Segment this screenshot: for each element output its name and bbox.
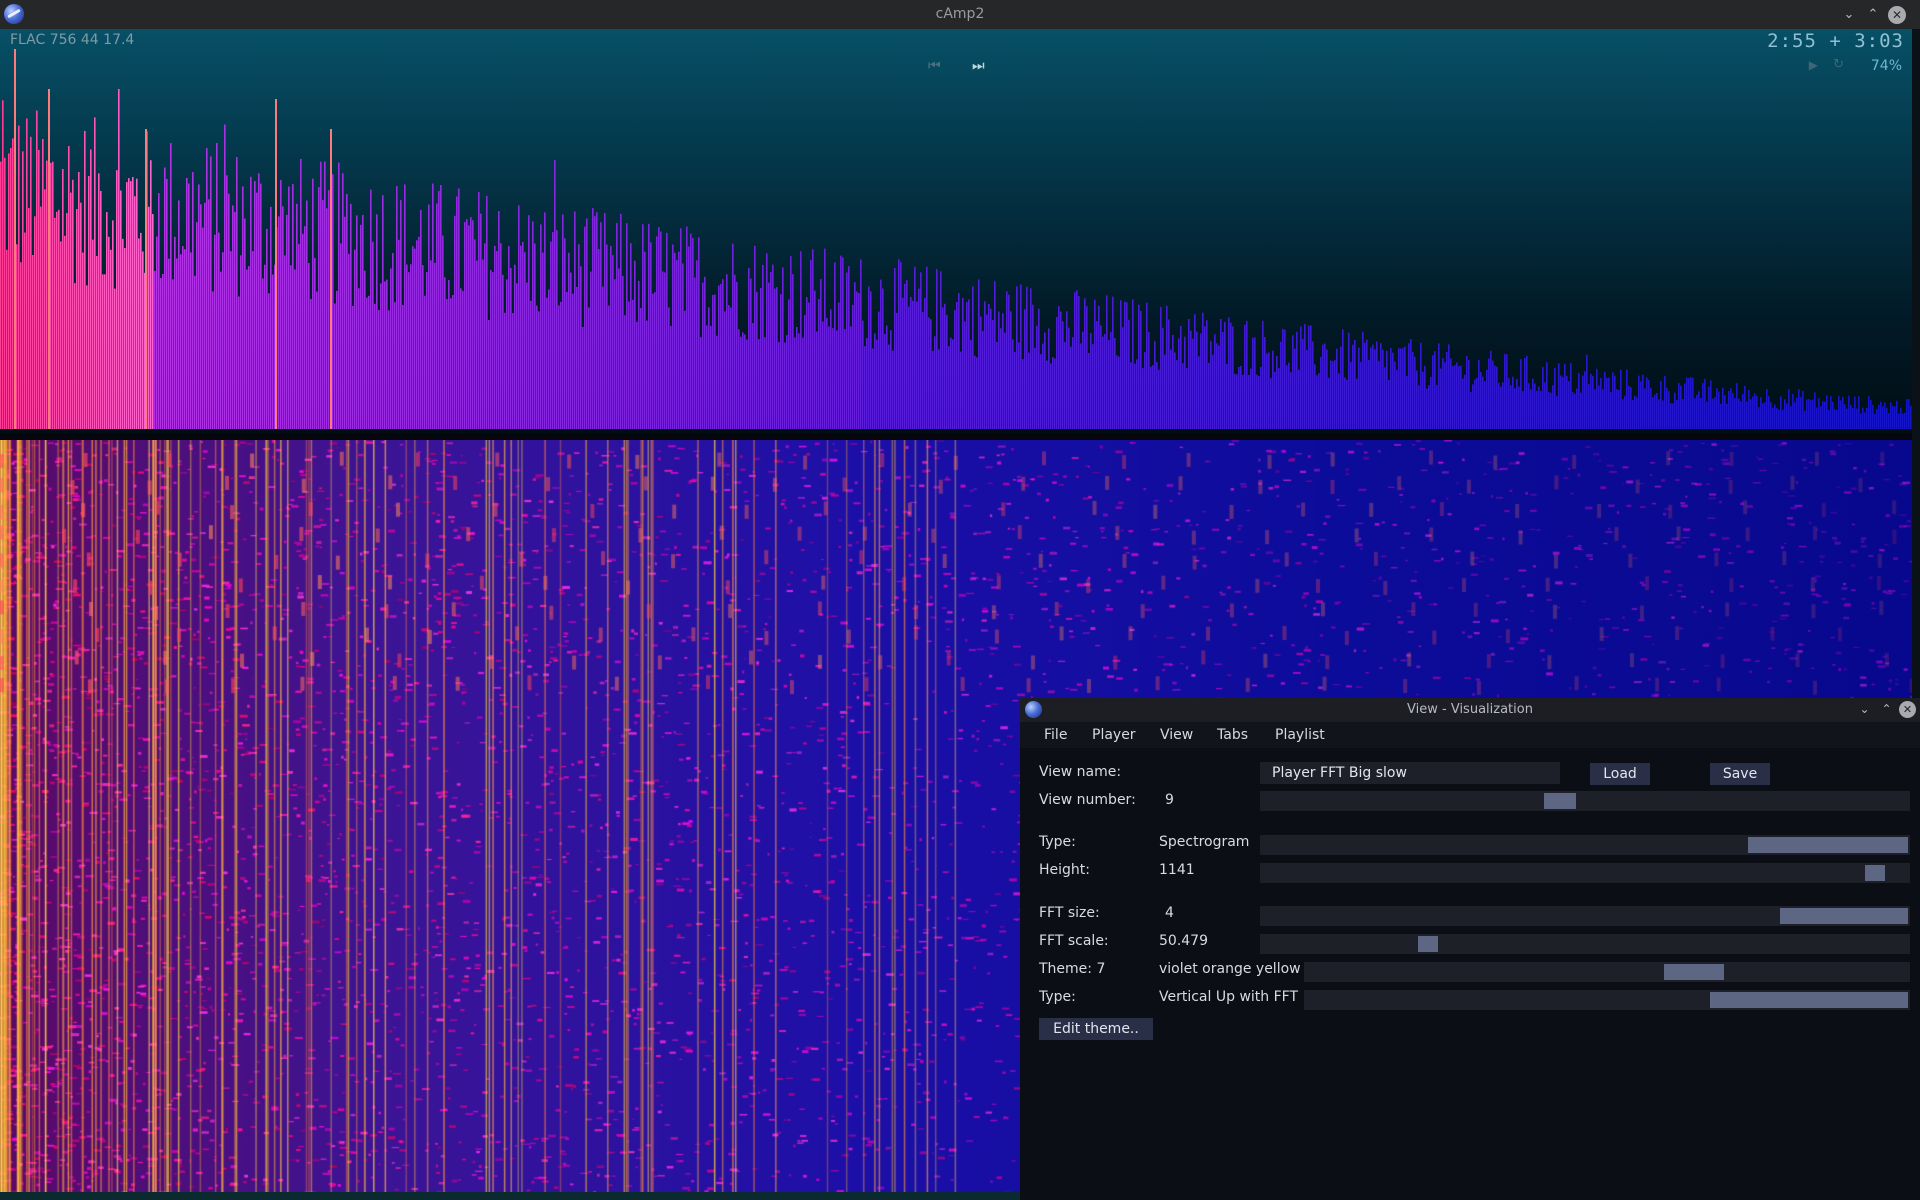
type-slider-thumb[interactable] <box>1747 837 1908 853</box>
fft-size-value: 4 <box>1165 905 1174 921</box>
close-icon[interactable]: ✕ <box>1888 6 1906 24</box>
fft-scale-slider[interactable] <box>1260 934 1910 954</box>
height-value: 1141 <box>1159 862 1195 878</box>
dialog-minimize-icon[interactable]: ⌄ <box>1856 701 1873 718</box>
menu-file[interactable]: File <box>1044 727 1067 743</box>
play-icon[interactable]: ▶ <box>1809 58 1818 72</box>
dialog-titlebar: View - Visualization ⌄ ⌃ ✕ <box>1020 698 1920 722</box>
fft-spectrum-bars <box>0 49 1912 430</box>
fft-size-slider[interactable] <box>1260 906 1910 926</box>
view-number-value: 9 <box>1165 792 1174 808</box>
theme-label: Theme: 7 <box>1039 961 1106 977</box>
view-number-slider[interactable] <box>1260 791 1910 811</box>
dialog-close-icon[interactable]: ✕ <box>1899 701 1916 718</box>
theme-slider[interactable] <box>1304 962 1910 982</box>
edit-theme-button[interactable]: Edit theme.. <box>1039 1018 1153 1040</box>
minimize-icon[interactable]: ⌄ <box>1840 6 1858 24</box>
render-type-label: Type: <box>1039 989 1076 1005</box>
theme-value: violet orange yellow <box>1159 961 1301 977</box>
height-slider[interactable] <box>1260 863 1910 883</box>
dialog-title: View - Visualization <box>1407 702 1533 717</box>
view-number-label: View number: <box>1039 792 1136 808</box>
time-display[interactable]: 2:55 + 3:03 <box>1767 30 1904 52</box>
fft-size-label: FFT size: <box>1039 905 1100 921</box>
bottom-strip <box>0 1192 1020 1200</box>
height-slider-thumb[interactable] <box>1864 865 1885 881</box>
fft-spectrum-display[interactable] <box>0 29 1912 433</box>
repeat-icon[interactable]: ↻ <box>1833 57 1844 72</box>
load-button[interactable]: Load <box>1590 763 1650 785</box>
menu-tabs[interactable]: Tabs <box>1217 727 1248 743</box>
theme-slider-thumb[interactable] <box>1664 964 1725 980</box>
fft-scale-value: 50.479 <box>1159 933 1208 949</box>
menu-player[interactable]: Player <box>1092 727 1136 743</box>
fft-scale-label: FFT scale: <box>1039 933 1109 949</box>
menu-playlist[interactable]: Playlist <box>1275 727 1325 743</box>
main-titlebar: cAmp2 ⌄ ⌃ ✕ <box>0 0 1920 29</box>
previous-track-icon[interactable]: ⏮ <box>928 58 950 74</box>
render-type-slider-thumb[interactable] <box>1710 992 1908 1008</box>
maximize-icon[interactable]: ⌃ <box>1864 6 1882 24</box>
fft-scale-slider-thumb[interactable] <box>1417 936 1438 952</box>
render-type-value: Vertical Up with FFT <box>1159 989 1299 1005</box>
dialog-maximize-icon[interactable]: ⌃ <box>1878 701 1895 718</box>
view-number-slider-thumb[interactable] <box>1544 793 1577 809</box>
menu-view[interactable]: View <box>1160 727 1193 743</box>
save-button[interactable]: Save <box>1710 763 1770 785</box>
height-label: Height: <box>1039 862 1090 878</box>
view-name-input[interactable] <box>1260 762 1560 784</box>
next-track-icon[interactable]: ⏭ <box>972 58 994 74</box>
window-title: cAmp2 <box>935 6 985 22</box>
volume-readout[interactable]: 74% <box>1871 58 1902 74</box>
render-type-slider[interactable] <box>1304 990 1910 1010</box>
dialog-menubar: File Player View Tabs Playlist <box>1020 722 1920 748</box>
type-label: Type: <box>1039 834 1076 850</box>
visualization-dialog: View - Visualization ⌄ ⌃ ✕ File Player V… <box>1020 698 1920 1200</box>
view-name-label: View name: <box>1039 764 1122 780</box>
fft-size-slider-thumb[interactable] <box>1780 908 1908 924</box>
type-value: Spectrogram <box>1159 834 1250 850</box>
type-slider[interactable] <box>1260 835 1910 855</box>
format-info: FLAC 756 44 17.4 <box>10 32 135 48</box>
